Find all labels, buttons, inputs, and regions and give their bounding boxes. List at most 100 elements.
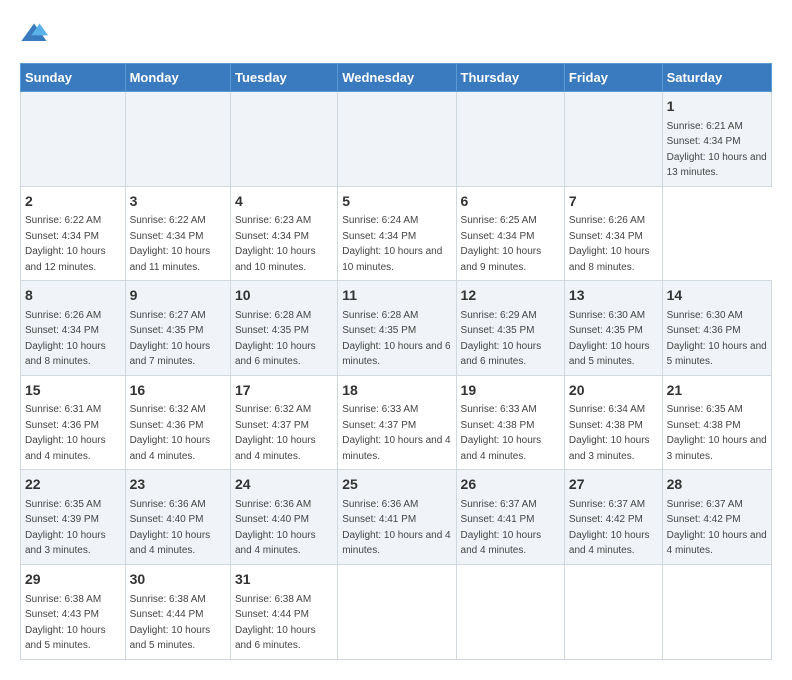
calendar-cell [456,92,564,187]
day-number: 29 [25,570,121,590]
day-number: 19 [461,381,560,401]
day-number: 2 [25,192,121,212]
day-number: 28 [667,475,767,495]
calendar-cell: 1 Sunrise: 6:21 AMSunset: 4:34 PMDaylight… [662,92,771,187]
day-info: Sunrise: 6:37 AMSunset: 4:42 PMDaylight:… [569,499,650,557]
header-day-tuesday: Tuesday [231,64,338,92]
day-info: Sunrise: 6:37 AMSunset: 4:42 PMDaylight:… [667,499,767,557]
header-day-wednesday: Wednesday [338,64,456,92]
day-info: Sunrise: 6:23 AMSunset: 4:34 PMDaylight:… [235,215,316,273]
day-info: Sunrise: 6:37 AMSunset: 4:41 PMDaylight:… [461,499,542,557]
calendar-week-1: 1 Sunrise: 6:21 AMSunset: 4:34 PMDaylight… [21,92,772,187]
header-day-saturday: Saturday [662,64,771,92]
calendar-cell: 10 Sunrise: 6:28 AMSunset: 4:35 PMDayligh… [231,281,338,376]
calendar-cell [231,92,338,187]
day-number: 20 [569,381,658,401]
day-number: 27 [569,475,658,495]
calendar-body: 1 Sunrise: 6:21 AMSunset: 4:34 PMDaylight… [21,92,772,660]
day-number: 12 [461,286,560,306]
calendar-cell: 17 Sunrise: 6:32 AMSunset: 4:37 PMDayligh… [231,375,338,470]
calendar-table: SundayMondayTuesdayWednesdayThursdayFrid… [20,63,772,660]
day-info: Sunrise: 6:28 AMSunset: 4:35 PMDaylight:… [235,310,316,368]
day-number: 21 [667,381,767,401]
day-number: 23 [130,475,226,495]
calendar-cell: 28 Sunrise: 6:37 AMSunset: 4:42 PMDayligh… [662,470,771,565]
day-number: 14 [667,286,767,306]
day-number: 24 [235,475,333,495]
day-info: Sunrise: 6:38 AMSunset: 4:44 PMDaylight:… [235,594,316,652]
calendar-cell: 21 Sunrise: 6:35 AMSunset: 4:38 PMDayligh… [662,375,771,470]
calendar-cell [338,92,456,187]
calendar-cell: 14Sunrise: 6:30 AMSunset: 4:36 PMDayligh… [662,281,771,376]
calendar-cell: 6 Sunrise: 6:25 AMSunset: 4:34 PMDaylight… [456,186,564,281]
calendar-cell: 15 Sunrise: 6:31 AMSunset: 4:36 PMDayligh… [21,375,126,470]
day-info: Sunrise: 6:33 AMSunset: 4:37 PMDaylight:… [342,404,450,462]
day-number: 9 [130,286,226,306]
day-number: 1 [667,97,767,117]
calendar-cell: 5Sunrise: 6:24 AMSunset: 4:34 PMDaylight… [338,186,456,281]
day-info: Sunrise: 6:31 AMSunset: 4:36 PMDaylight:… [25,404,106,462]
day-number: 7 [569,192,658,212]
calendar-cell: 27 Sunrise: 6:37 AMSunset: 4:42 PMDayligh… [564,470,662,565]
day-number: 30 [130,570,226,590]
day-info: Sunrise: 6:21 AMSunset: 4:34 PMDaylight:… [667,121,767,179]
day-info: Sunrise: 6:35 AMSunset: 4:38 PMDaylight:… [667,404,767,462]
header-day-sunday: Sunday [21,64,126,92]
day-info: Sunrise: 6:26 AMSunset: 4:34 PMDaylight:… [569,215,650,273]
calendar-cell: 3Sunrise: 6:22 AMSunset: 4:34 PMDaylight… [125,186,230,281]
day-info: Sunrise: 6:36 AMSunset: 4:40 PMDaylight:… [130,499,211,557]
day-info: Sunrise: 6:30 AMSunset: 4:35 PMDaylight:… [569,310,650,368]
calendar-cell: 16 Sunrise: 6:32 AMSunset: 4:36 PMDayligh… [125,375,230,470]
calendar-cell: 22 Sunrise: 6:35 AMSunset: 4:39 PMDayligh… [21,470,126,565]
day-number: 3 [130,192,226,212]
day-number: 26 [461,475,560,495]
logo-icon [20,20,48,48]
day-info: Sunrise: 6:22 AMSunset: 4:34 PMDaylight:… [25,215,106,273]
day-number: 11 [342,286,451,306]
header [20,20,772,48]
calendar-cell [564,92,662,187]
calendar-cell: 11 Sunrise: 6:28 AMSunset: 4:35 PMDayligh… [338,281,456,376]
day-number: 6 [461,192,560,212]
day-number: 16 [130,381,226,401]
header-row: SundayMondayTuesdayWednesdayThursdayFrid… [21,64,772,92]
calendar-cell: 25 Sunrise: 6:36 AMSunset: 4:41 PMDayligh… [338,470,456,565]
day-info: Sunrise: 6:26 AMSunset: 4:34 PMDaylight:… [25,310,106,368]
header-day-monday: Monday [125,64,230,92]
day-info: Sunrise: 6:25 AMSunset: 4:34 PMDaylight:… [461,215,542,273]
day-number: 25 [342,475,451,495]
day-info: Sunrise: 6:27 AMSunset: 4:35 PMDaylight:… [130,310,211,368]
day-number: 8 [25,286,121,306]
logo [20,20,52,48]
day-number: 13 [569,286,658,306]
day-info: Sunrise: 6:28 AMSunset: 4:35 PMDaylight:… [342,310,450,368]
day-info: Sunrise: 6:38 AMSunset: 4:43 PMDaylight:… [25,594,106,652]
header-day-friday: Friday [564,64,662,92]
calendar-cell: 9 Sunrise: 6:27 AMSunset: 4:35 PMDaylight… [125,281,230,376]
calendar-cell: 23 Sunrise: 6:36 AMSunset: 4:40 PMDayligh… [125,470,230,565]
day-number: 15 [25,381,121,401]
calendar-week-5: 22 Sunrise: 6:35 AMSunset: 4:39 PMDayligh… [21,470,772,565]
day-info: Sunrise: 6:32 AMSunset: 4:37 PMDaylight:… [235,404,316,462]
day-number: 4 [235,192,333,212]
calendar-cell: 2 Sunrise: 6:22 AMSunset: 4:34 PMDaylight… [21,186,126,281]
calendar-cell [125,92,230,187]
day-info: Sunrise: 6:36 AMSunset: 4:40 PMDaylight:… [235,499,316,557]
day-info: Sunrise: 6:35 AMSunset: 4:39 PMDaylight:… [25,499,106,557]
calendar-week-3: 8 Sunrise: 6:26 AMSunset: 4:34 PMDaylight… [21,281,772,376]
day-number: 31 [235,570,333,590]
day-number: 10 [235,286,333,306]
day-info: Sunrise: 6:29 AMSunset: 4:35 PMDaylight:… [461,310,542,368]
calendar-cell: 26 Sunrise: 6:37 AMSunset: 4:41 PMDayligh… [456,470,564,565]
day-info: Sunrise: 6:33 AMSunset: 4:38 PMDaylight:… [461,404,542,462]
day-info: Sunrise: 6:32 AMSunset: 4:36 PMDaylight:… [130,404,211,462]
day-info: Sunrise: 6:36 AMSunset: 4:41 PMDaylight:… [342,499,450,557]
calendar-cell: 4 Sunrise: 6:23 AMSunset: 4:34 PMDaylight… [231,186,338,281]
day-number: 5 [342,192,451,212]
calendar-week-4: 15 Sunrise: 6:31 AMSunset: 4:36 PMDayligh… [21,375,772,470]
day-number: 22 [25,475,121,495]
day-number: 17 [235,381,333,401]
calendar-cell: 20Sunrise: 6:34 AMSunset: 4:38 PMDayligh… [564,375,662,470]
calendar-cell [21,92,126,187]
calendar-header: SundayMondayTuesdayWednesdayThursdayFrid… [21,64,772,92]
